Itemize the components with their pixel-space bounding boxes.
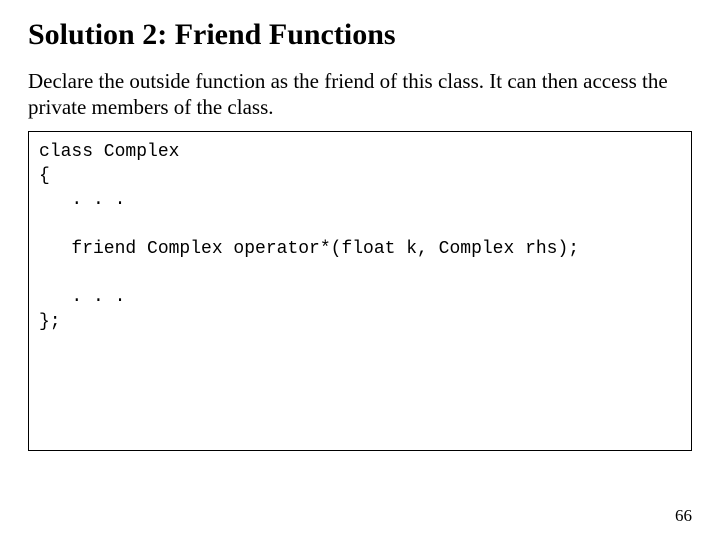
slide-title: Solution 2: Friend Functions [28,18,692,52]
code-block: class Complex { . . . friend Complex ope… [28,131,692,451]
page-number: 66 [675,506,692,526]
slide-body-text: Declare the outside function as the frie… [28,68,692,121]
slide: Solution 2: Friend Functions Declare the… [0,0,720,540]
